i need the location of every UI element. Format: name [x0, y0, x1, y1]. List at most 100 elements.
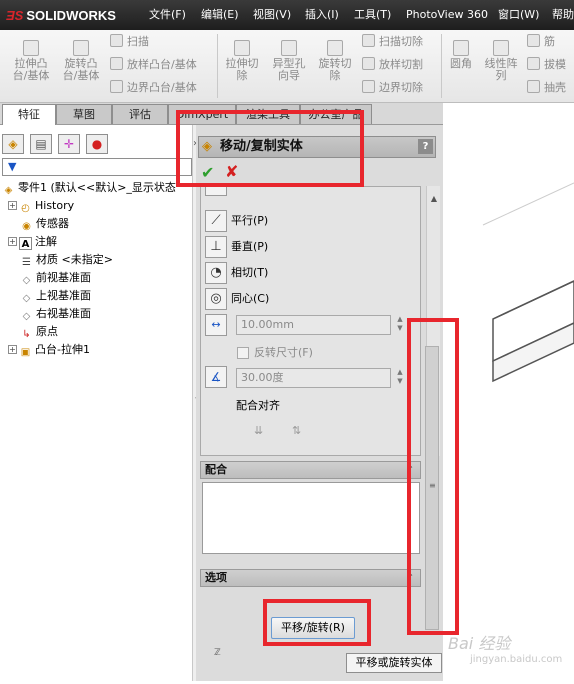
perpendicular-icon: ⊥	[205, 236, 227, 258]
hole-wizard-button[interactable]: 异型孔 向导	[267, 40, 311, 82]
linear-pattern-button[interactable]: 线性阵 列	[480, 40, 522, 82]
expand-icon[interactable]: +	[8, 201, 17, 210]
sweep-icon	[110, 34, 123, 47]
distance-mate-icon[interactable]: ↔	[205, 314, 227, 336]
plane-icon: ◇	[22, 293, 31, 304]
tree-item-top-plane[interactable]: ◇ 上视基准面	[20, 287, 91, 305]
draft-button[interactable]: 拔模	[527, 56, 566, 74]
annotation-icon: A	[19, 237, 32, 250]
boundary-cut-icon	[362, 80, 375, 93]
options-group-header[interactable]: 选项 ⌃	[200, 569, 421, 587]
tree-root-part[interactable]: ◈ 零件1 (默认<<默认>_显示状态	[2, 179, 176, 197]
coincident-mate-partial-icon[interactable]	[205, 186, 227, 196]
anti-aligned-icon[interactable]: ⇅	[292, 424, 312, 442]
extrude-boss-icon	[23, 40, 39, 56]
tree-item-front-plane[interactable]: ◇ 前视基准面	[20, 269, 91, 287]
tree-item-history[interactable]: + ◴ History	[8, 197, 74, 215]
plane-icon: ◇	[22, 311, 31, 322]
watermark-url: jingyan.baidu.com	[470, 654, 563, 665]
expand-icon[interactable]: +	[8, 345, 17, 354]
part-icon: ◈	[4, 185, 13, 196]
shell-button[interactable]: 抽壳	[527, 79, 566, 97]
tree-item-sensors[interactable]: ◉ 传感器	[20, 215, 69, 233]
hole-wizard-icon	[281, 40, 297, 56]
linear-pattern-icon	[493, 40, 509, 56]
graphics-area[interactable]	[443, 103, 574, 681]
tree-item-annotations[interactable]: + A 注解	[8, 233, 57, 251]
menu-window[interactable]: 窗口(W)	[498, 0, 539, 30]
tab-sketch[interactable]: 草图	[56, 104, 112, 124]
tab-features[interactable]: 特征	[2, 104, 56, 126]
rib-icon	[527, 34, 540, 47]
boundary-cut-button[interactable]: 边界切除	[362, 79, 423, 97]
solidworks-logo[interactable]: ƎS SOLIDWORKS	[6, 6, 132, 26]
configuration-manager-icon[interactable]: ✛	[58, 134, 80, 154]
ds-logo-icon: ƎS	[6, 8, 24, 23]
angle-field[interactable]: 30.00度	[236, 368, 391, 388]
concentric-icon: ◎	[205, 288, 227, 310]
cursor-glyph: ℤ	[214, 648, 221, 658]
angle-mate-icon[interactable]: ∡	[205, 366, 227, 388]
highlight-box-scrollbar	[407, 318, 459, 635]
extrude-cut-button[interactable]: 拉伸切 除	[222, 40, 262, 82]
rib-button[interactable]: 筋	[527, 33, 555, 51]
scroll-up-icon[interactable]: ▲	[427, 192, 441, 206]
shell-icon	[527, 80, 540, 93]
flip-dimension-checkbox[interactable]	[237, 347, 249, 359]
sensor-icon: ◉	[22, 221, 31, 232]
model-view	[482, 182, 574, 383]
tree-item-origin[interactable]: ↳ 原点	[20, 323, 58, 341]
mate-tangent[interactable]: ◔ 相切(T)	[205, 261, 268, 285]
boundary-icon	[110, 80, 123, 93]
mate-concentric[interactable]: ◎ 同心(C)	[205, 287, 269, 311]
menu-help[interactable]: 帮助	[552, 0, 574, 30]
property-manager-icon[interactable]: ▤	[30, 134, 52, 154]
highlight-box-button	[263, 599, 371, 646]
featuremanager-tree-icon[interactable]: ◈	[2, 134, 24, 154]
mates-group-header[interactable]: 配合 ⌃	[200, 461, 421, 479]
menu-edit[interactable]: 编辑(E)	[201, 0, 239, 30]
flip-dimension-label: 反转尺寸(F)	[254, 346, 313, 359]
loft-icon	[110, 57, 123, 70]
tooltip: 平移或旋转实体	[346, 653, 442, 673]
extrude-feature-icon: ▣	[20, 347, 31, 358]
tree-item-material[interactable]: ☰ 材质 <未指定>	[20, 251, 113, 269]
menu-photoview[interactable]: PhotoView 360	[406, 0, 488, 30]
menu-file[interactable]: 文件(F)	[149, 0, 186, 30]
plane-icon: ◇	[22, 275, 31, 286]
tree-item-boss-extrude1[interactable]: + ▣ 凸台-拉伸1	[8, 341, 90, 359]
help-icon[interactable]: ?	[418, 139, 433, 154]
revolve-cut-button[interactable]: 旋转切 除	[314, 40, 356, 82]
menu-insert[interactable]: 插入(I)	[305, 0, 339, 30]
distance-field[interactable]: 10.00mm	[236, 315, 391, 335]
tab-evaluate[interactable]: 评估	[112, 104, 168, 124]
filter-icon: ▼	[8, 160, 17, 173]
lofted-cut-button[interactable]: 放样切割	[362, 56, 423, 74]
angle-spinner[interactable]: ▲ ▼	[395, 368, 405, 388]
revolve-cut-icon	[327, 40, 343, 56]
fillet-button[interactable]: 圆角	[446, 40, 476, 70]
fillet-icon	[453, 40, 469, 56]
revolve-boss-button[interactable]: 旋转凸 台/基体	[56, 40, 106, 82]
distance-spinner[interactable]: ▲ ▼	[395, 315, 405, 335]
menu-tools[interactable]: 工具(T)	[354, 0, 391, 30]
tree-filter[interactable]: ▼	[2, 158, 192, 176]
lofted-cut-icon	[362, 57, 375, 70]
menu-view[interactable]: 视图(V)	[253, 0, 291, 30]
mates-list-box[interactable]	[202, 482, 420, 554]
ribbon-separator	[217, 34, 218, 98]
extrude-boss-button[interactable]: 拉伸凸 台/基体	[6, 40, 56, 82]
tree-item-right-plane[interactable]: ◇ 右视基准面	[20, 305, 91, 323]
boundary-boss-button[interactable]: 边界凸台/基体	[110, 79, 197, 97]
extrude-cut-icon	[234, 40, 250, 56]
highlight-box-title	[176, 110, 364, 187]
expand-icon[interactable]: +	[8, 237, 17, 246]
mate-parallel[interactable]: ⟋ 平行(P)	[205, 209, 268, 233]
display-manager-icon[interactable]: ●	[86, 134, 108, 154]
swept-cut-button[interactable]: 扫描切除	[362, 33, 423, 51]
loft-boss-button[interactable]: 放样凸台/基体	[110, 56, 197, 74]
mate-perpendicular[interactable]: ⊥ 垂直(P)	[205, 235, 268, 259]
aligned-icon[interactable]: ⇊	[254, 424, 274, 442]
origin-icon: ↳	[22, 329, 31, 340]
sweep-button[interactable]: 扫描	[110, 33, 149, 51]
